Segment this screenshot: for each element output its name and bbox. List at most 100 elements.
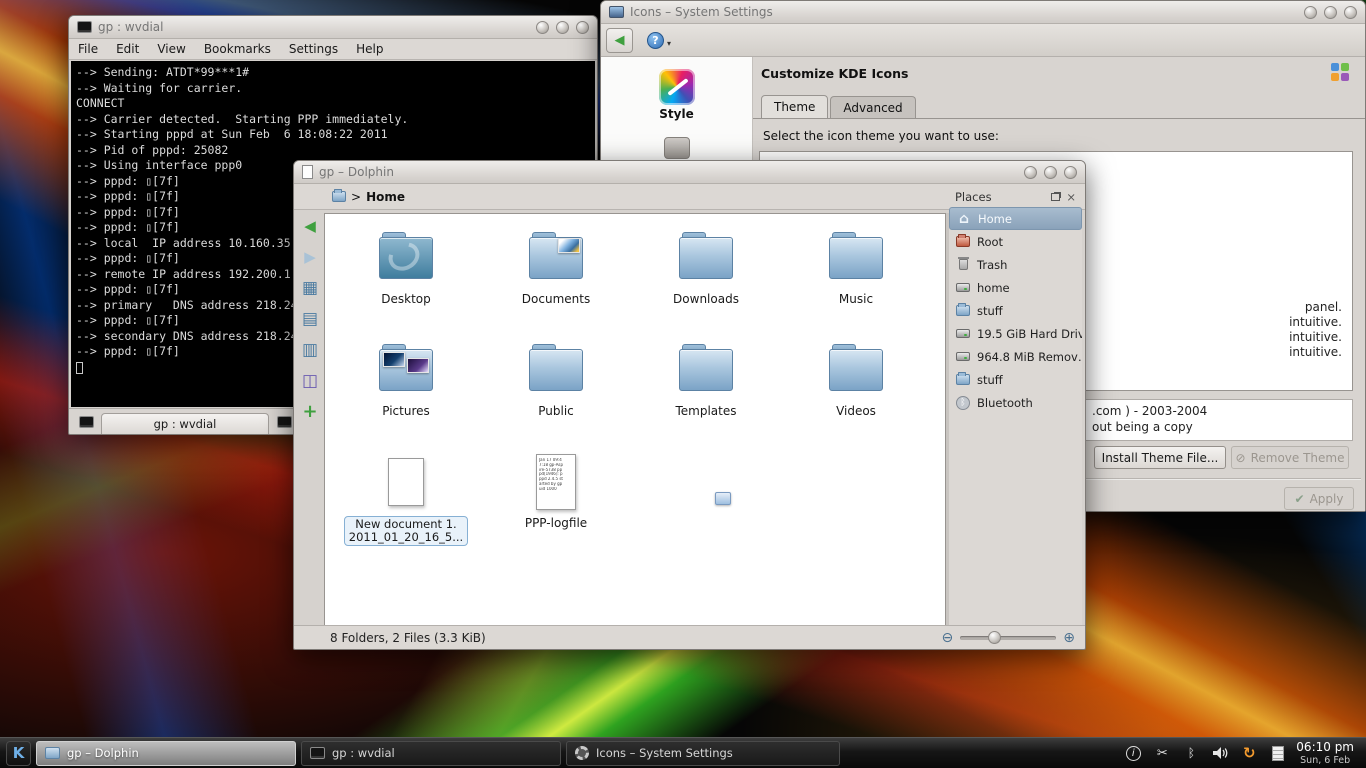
folder-icon bbox=[379, 237, 433, 279]
place-item-root[interactable]: Root bbox=[949, 230, 1082, 253]
close-panel-icon[interactable]: × bbox=[1066, 190, 1076, 204]
update-notifier-icon[interactable]: ↻ bbox=[1240, 744, 1258, 762]
place-item-removable[interactable]: 964.8 MiB Remov… bbox=[949, 345, 1082, 368]
menu-bookmarks[interactable]: Bookmarks bbox=[195, 40, 280, 58]
place-label: Home bbox=[978, 212, 1012, 226]
menu-help[interactable]: Help bbox=[347, 40, 392, 58]
maximize-button[interactable] bbox=[556, 21, 569, 34]
folder-item-pictures[interactable]: Pictures bbox=[331, 338, 481, 450]
dolphin-titlebar[interactable]: gp – Dolphin bbox=[294, 161, 1085, 184]
task-system-settings[interactable]: Icons – System Settings bbox=[566, 741, 840, 766]
file-item-ppp-logfile[interactable]: Jan 17 09:4 7:18 gp-Asp ire-5738 pp pd[1… bbox=[481, 450, 631, 562]
notifications-icon[interactable]: i bbox=[1124, 744, 1142, 762]
menu-file[interactable]: File bbox=[69, 40, 107, 58]
zoom-slider-handle[interactable] bbox=[988, 631, 1001, 644]
help-button[interactable]: ? bbox=[647, 32, 664, 49]
file-item-new-document[interactable]: New document 1. 2011_01_20_16_5... bbox=[331, 450, 481, 562]
folder-icon bbox=[955, 372, 971, 388]
task-dolphin[interactable]: gp – Dolphin bbox=[36, 741, 296, 766]
folder-item-videos[interactable]: Videos bbox=[781, 338, 931, 450]
chevron-down-icon: ▾ bbox=[667, 39, 671, 48]
remove-theme-button[interactable]: ⊘ Remove Theme bbox=[1231, 446, 1349, 469]
klipper-icon[interactable]: ✂ bbox=[1153, 744, 1171, 762]
zoom-out-icon[interactable]: ⊖ bbox=[942, 630, 954, 646]
menu-edit[interactable]: Edit bbox=[107, 40, 148, 58]
columns-view-button[interactable]: ▥ bbox=[297, 337, 323, 363]
text-file-icon: Jan 17 09:4 7:18 gp-Asp ire-5738 pp pd[1… bbox=[536, 454, 576, 510]
volume-icon[interactable] bbox=[1211, 744, 1229, 762]
kmenu-button[interactable]: K bbox=[6, 741, 31, 766]
folder-item-music[interactable]: Music bbox=[781, 226, 931, 338]
back-button[interactable]: ◀ bbox=[606, 28, 633, 53]
folder-item-templates[interactable]: Templates bbox=[631, 338, 781, 450]
folder-item-public[interactable]: Public bbox=[481, 338, 631, 450]
close-button[interactable] bbox=[1344, 6, 1357, 19]
forward-button[interactable]: ▶ bbox=[297, 244, 323, 270]
folder-icon bbox=[679, 349, 733, 391]
bluetooth-tray-icon[interactable]: ᛒ bbox=[1182, 744, 1200, 762]
blocked-icon: ⊘ bbox=[1236, 451, 1246, 465]
breadcrumb[interactable]: > Home bbox=[332, 190, 405, 204]
new-tab-button[interactable]: + bbox=[297, 399, 323, 425]
tab-theme[interactable]: Theme bbox=[761, 95, 828, 119]
folder-item-downloads[interactable]: Downloads bbox=[631, 226, 781, 338]
konsole-title: gp : wvdial bbox=[98, 20, 163, 34]
minimize-button[interactable] bbox=[536, 21, 549, 34]
folder-icon bbox=[679, 237, 733, 279]
folder-icon bbox=[955, 303, 971, 319]
tab-divider bbox=[753, 118, 1365, 119]
root-folder-icon bbox=[955, 234, 971, 250]
new-tab-button[interactable] bbox=[75, 412, 97, 432]
module-heading: Customize KDE Icons bbox=[761, 66, 908, 81]
place-item-stuff[interactable]: stuff bbox=[949, 299, 1082, 322]
system-settings-titlebar[interactable]: Icons – System Settings bbox=[601, 1, 1365, 24]
place-item-trash[interactable]: Trash bbox=[949, 253, 1082, 276]
dolphin-file-view[interactable]: Desktop Documents Downloads Music Pictur… bbox=[324, 213, 946, 627]
icons-view-button[interactable]: ▦ bbox=[297, 275, 323, 301]
tab-advanced[interactable]: Advanced bbox=[830, 96, 915, 119]
minimize-button[interactable] bbox=[1304, 6, 1317, 19]
tab-list-button[interactable] bbox=[273, 412, 295, 432]
clock-date: Sun, 6 Feb bbox=[1296, 755, 1354, 766]
clock[interactable]: 06:10 pm Sun, 6 Feb bbox=[1296, 740, 1354, 766]
task-wvdial[interactable]: gp : wvdial bbox=[301, 741, 561, 766]
theme-description-fragment: intuitive. bbox=[1289, 330, 1342, 344]
taskbar: K gp – Dolphin gp : wvdial Icons – Syste… bbox=[0, 737, 1366, 768]
maximize-button[interactable] bbox=[1324, 6, 1337, 19]
folder-icon bbox=[829, 237, 883, 279]
menu-view[interactable]: View bbox=[148, 40, 194, 58]
minimize-button[interactable] bbox=[1024, 166, 1037, 179]
konsole-tab[interactable]: gp : wvdial bbox=[101, 413, 269, 434]
zoom-slider[interactable] bbox=[960, 636, 1056, 640]
apply-button[interactable]: ✔ Apply bbox=[1284, 487, 1354, 510]
clock-time: 06:10 pm bbox=[1296, 740, 1354, 754]
sidebar-item-style[interactable]: Style bbox=[601, 69, 752, 121]
menu-settings[interactable]: Settings bbox=[280, 40, 347, 58]
terminal-line: --> Starting pppd at Sun Feb 6 18:08:22 … bbox=[76, 127, 590, 143]
maximize-button[interactable] bbox=[1044, 166, 1057, 179]
icons-view-icon: ▦ bbox=[302, 280, 318, 297]
folder-item-desktop[interactable]: Desktop bbox=[331, 226, 481, 338]
install-theme-button[interactable]: Install Theme File... bbox=[1094, 446, 1226, 469]
place-item-bluetooth[interactable]: ᛒ Bluetooth bbox=[949, 391, 1082, 414]
theme-description-fragment: intuitive. bbox=[1289, 345, 1342, 359]
close-button[interactable] bbox=[576, 21, 589, 34]
split-view-button[interactable]: ◫ bbox=[297, 368, 323, 394]
clipboard-icon[interactable] bbox=[1269, 744, 1287, 762]
split-view-icon: ◫ bbox=[302, 373, 318, 390]
details-view-button[interactable]: ▤ bbox=[297, 306, 323, 332]
place-item-home[interactable]: ⌂ Home bbox=[949, 207, 1082, 230]
breadcrumb-home[interactable]: Home bbox=[366, 190, 405, 204]
place-item-home-drive[interactable]: home bbox=[949, 276, 1082, 299]
sidebar-item-icon[interactable] bbox=[664, 137, 690, 159]
stray-file-icon bbox=[715, 492, 731, 505]
place-item-hard-drive[interactable]: 19.5 GiB Hard Drive bbox=[949, 322, 1082, 345]
place-item-stuff2[interactable]: stuff bbox=[949, 368, 1082, 391]
zoom-in-icon[interactable]: ⊕ bbox=[1063, 630, 1075, 646]
konsole-titlebar[interactable]: gp : wvdial bbox=[69, 16, 597, 39]
back-button[interactable]: ◀ bbox=[297, 213, 323, 239]
close-button[interactable] bbox=[1064, 166, 1077, 179]
folder-item-documents[interactable]: Documents bbox=[481, 226, 631, 338]
float-panel-icon[interactable] bbox=[1051, 193, 1060, 201]
konsole-tab-label: gp : wvdial bbox=[154, 417, 217, 431]
